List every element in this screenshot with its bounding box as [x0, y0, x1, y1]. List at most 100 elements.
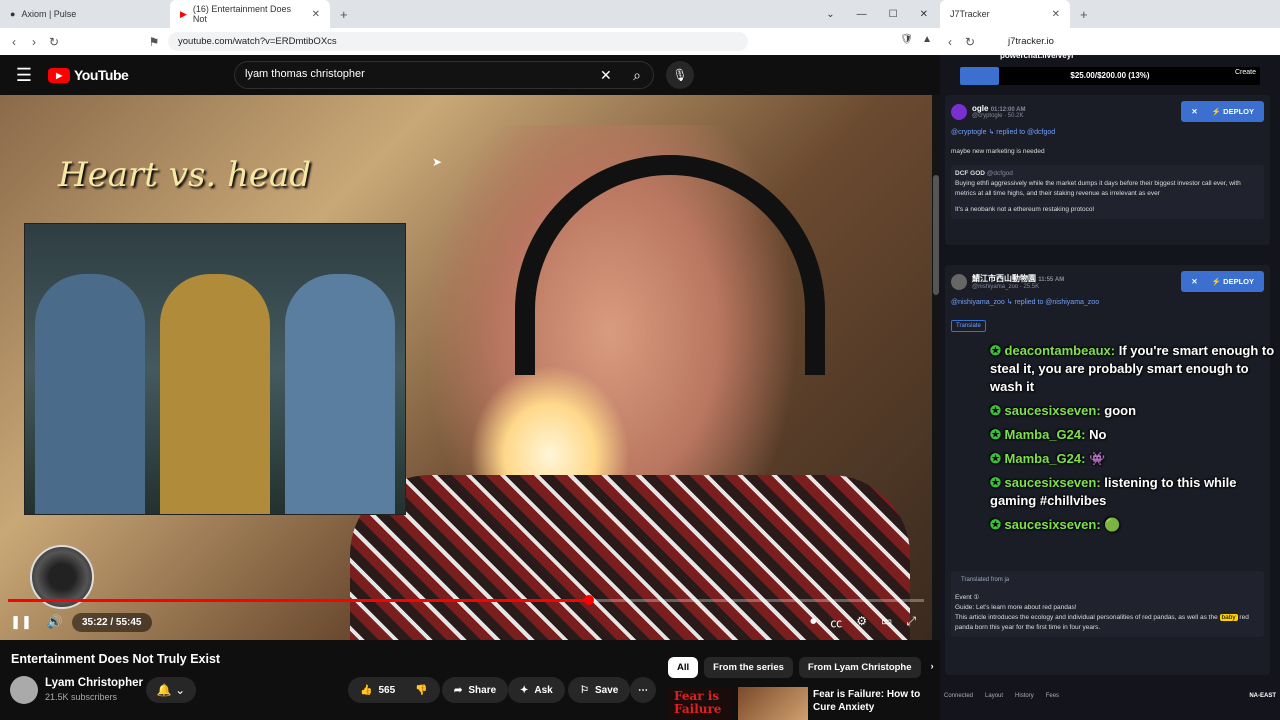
back-icon[interactable]: ‹ — [940, 35, 960, 49]
channel-name[interactable]: Lyam Christopher — [45, 677, 143, 689]
more-actions-button[interactable]: ⋯ — [630, 677, 656, 703]
reply-line[interactable]: @nishiyama_zoo ↳ replied to @nishiyama_z… — [945, 298, 1270, 314]
player-right-controls: ⏺ ㏄ ⚙ ▭ ⤢ — [810, 614, 932, 631]
fees-button[interactable]: Fees — [1046, 693, 1059, 699]
share-icon: ➦ — [454, 684, 463, 696]
layout-button[interactable]: Layout — [985, 693, 1003, 699]
rec-title[interactable]: Fear is Failure: How to Cure Anxiety — [813, 688, 923, 714]
forward-icon[interactable]: › — [24, 35, 44, 49]
autoplay-icon[interactable]: ⏺ — [810, 614, 816, 631]
reply-line[interactable]: @cryptogle ↳ replied to @dcfgod — [945, 128, 1270, 144]
close-tab-icon[interactable]: ✕ — [1052, 9, 1060, 20]
mouse-cursor-icon: ➤ — [432, 155, 443, 169]
save-button[interactable]: ⚐ Save — [568, 677, 631, 703]
history-button[interactable]: History — [1015, 693, 1034, 699]
minimize-icon[interactable]: — — [857, 9, 867, 20]
chip-from-channel[interactable]: From Lyam Christophe — [798, 657, 921, 678]
brave-shield-icon[interactable]: 🛡 — [900, 34, 913, 45]
budget-fill — [960, 67, 999, 85]
chevron-right-icon[interactable]: › — [927, 657, 938, 678]
reload-icon[interactable]: ↻ — [44, 35, 64, 49]
rec-thumbnail-image[interactable] — [738, 687, 808, 720]
chat-message: ✪ saucesixseven: goon — [990, 402, 1280, 420]
video-player[interactable]: Heart vs. head ➤ ❚❚ 🔊 35:22 / 55:45 ⏺ ㏄ … — [0, 95, 932, 640]
chat-message: ✪ saucesixseven: listening to this while… — [990, 474, 1280, 510]
hamburger-menu-icon[interactable]: ☰ — [0, 65, 48, 86]
pause-icon[interactable]: ❚❚ — [4, 614, 38, 630]
url-field[interactable]: youtube.com/watch?v=ERDmtibOXcs — [168, 32, 748, 51]
chat-text: 👾 — [1089, 451, 1106, 466]
share-button[interactable]: ➦ Share — [442, 677, 509, 703]
card-handle: @cryptogle — [972, 113, 1003, 119]
overlay-photo — [24, 223, 406, 515]
bookmark-icon[interactable]: ⚑ — [144, 35, 164, 49]
page-scrollbar[interactable] — [932, 95, 940, 720]
microphone-icon[interactable]: 🎙 — [666, 61, 694, 89]
clear-search-icon[interactable]: ✕ — [600, 67, 612, 84]
like-count: 565 — [378, 684, 396, 696]
channel-avatar[interactable] — [10, 676, 38, 704]
create-button[interactable]: Create — [1235, 69, 1256, 76]
progress-knob[interactable] — [583, 595, 594, 605]
chat-username: deacontambeaux: — [1004, 343, 1116, 358]
youtube-logo[interactable]: ▶ YouTube — [48, 67, 129, 83]
time-display: 35:22 / 55:45 — [72, 612, 152, 632]
close-window-icon[interactable]: ✕ — [920, 9, 928, 20]
budget-bar: $25.00/$200.00 (13%) — [960, 67, 1260, 85]
powerchat-url: powerchat.live/veyr — [1000, 51, 1075, 60]
card-handle: @nishiyama_zoo — [972, 284, 1019, 290]
chevron-down-icon[interactable]: ⌄ — [826, 9, 834, 20]
close-tab-icon[interactable]: ✕ — [312, 9, 320, 20]
tab-youtube[interactable]: ▶ (16) Entertainment Does Not ✕ — [170, 0, 330, 28]
card-followers: 50.2K — [1007, 113, 1024, 119]
chevron-down-icon: ⌄ — [175, 683, 186, 697]
new-tab-button[interactable]: + — [1070, 7, 1098, 22]
search-input[interactable]: lyam thomas christopher — [234, 61, 654, 89]
like-button[interactable]: 👍 565 👎 — [348, 677, 440, 703]
tab-axiom[interactable]: ● Axiom | Pulse — [0, 0, 170, 28]
chip-series[interactable]: From the series — [704, 657, 793, 678]
bolt-icon: ⚡ DEPLOY — [1211, 107, 1254, 116]
volume-icon[interactable]: 🔊 — [38, 614, 72, 630]
recommendation-chips: All From the series From Lyam Christophe… — [668, 657, 938, 678]
new-tab-button[interactable]: + — [330, 7, 358, 22]
back-icon[interactable]: ‹ — [4, 35, 24, 49]
chip-all[interactable]: All — [668, 657, 699, 678]
rec-thumbnail-text[interactable]: Fear is Failure — [668, 687, 734, 720]
deploy-button[interactable]: ✕ ⚡ DEPLOY — [1181, 271, 1264, 292]
card-name: 鯖江市西山動物園 — [972, 274, 1036, 283]
ask-button[interactable]: ✦ Ask — [508, 677, 565, 703]
quoted-tweet[interactable]: DCF GOD @dcfgod Buying ethfi aggressivel… — [951, 165, 1264, 219]
theater-mode-icon[interactable]: ▭ — [881, 614, 892, 631]
connection-status: Connected — [944, 693, 974, 699]
badge-icon: ✪ — [990, 451, 1001, 466]
tweet-text: maybe new marketing is needed — [951, 148, 1045, 155]
figure-blue-right — [285, 274, 395, 514]
maximize-icon[interactable]: ☐ — [889, 9, 898, 20]
translated-from: Translated from ja — [961, 577, 1010, 583]
tab-j7tracker[interactable]: J7Tracker ✕ — [940, 0, 1070, 28]
progress-bar[interactable] — [8, 595, 924, 605]
thumbs-up-icon: 👍 — [360, 684, 373, 696]
figure-blue-left — [35, 274, 145, 514]
ask-label: Ask — [534, 684, 553, 696]
captions-icon[interactable]: ㏄ — [830, 614, 842, 631]
card-header: ogle 01:12:00 AM @cryptogle · 50.2K ✕ ⚡ D… — [945, 95, 1270, 128]
quote-name: DCF GOD — [955, 170, 985, 177]
translate-button[interactable]: Translate — [951, 320, 986, 332]
rewards-icon[interactable]: ▲ — [922, 34, 932, 45]
reload-icon[interactable]: ↻ — [960, 35, 980, 49]
tab-title: J7Tracker — [950, 9, 990, 19]
settings-gear-icon[interactable]: ⚙ — [856, 614, 867, 631]
url-field-2[interactable]: j7tracker.io — [1000, 32, 1150, 51]
progress-fill — [8, 599, 589, 602]
search-icon[interactable]: ⌕ — [622, 61, 652, 89]
deploy-button[interactable]: ✕ ⚡ DEPLOY — [1181, 101, 1264, 122]
scrollbar-thumb[interactable] — [933, 175, 939, 295]
thumbs-down-icon[interactable]: 👎 — [415, 685, 427, 696]
x-icon: ✕ — [1191, 277, 1198, 286]
notification-bell-button[interactable]: 🔔 ⌄ — [146, 677, 196, 703]
youtube-tab-icon: ▶ — [180, 8, 187, 19]
card-followers: 25.5K — [1023, 284, 1040, 290]
fullscreen-icon[interactable]: ⤢ — [906, 614, 916, 631]
